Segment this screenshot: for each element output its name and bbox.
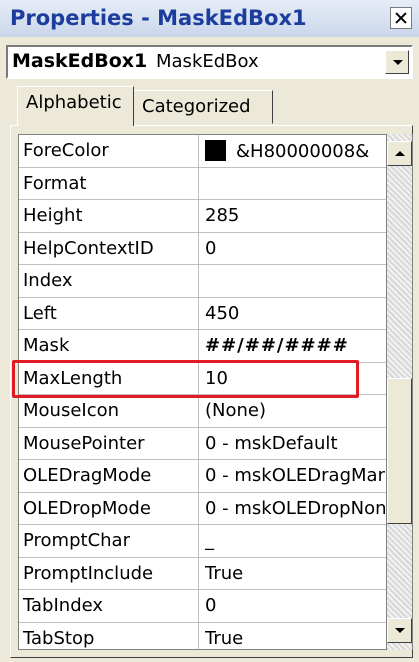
column-divider xyxy=(198,297,199,329)
column-divider xyxy=(198,330,199,362)
property-row-mousepointer[interactable]: MousePointer 0 - mskDefault xyxy=(19,427,386,460)
chevron-down-icon xyxy=(393,60,403,65)
column-divider xyxy=(198,492,199,524)
property-value[interactable]: 0 - mskOLEDropNone xyxy=(205,498,385,519)
chevron-up-icon xyxy=(395,151,405,156)
property-name: TabIndex xyxy=(23,595,104,616)
property-value[interactable]: 285 xyxy=(205,205,385,226)
column-divider xyxy=(198,232,199,264)
property-value[interactable]: ##/##/#### xyxy=(205,335,385,356)
column-divider xyxy=(198,427,199,459)
mask-row-highlight xyxy=(12,360,359,398)
property-name: OLEDropMode xyxy=(23,497,151,519)
property-value[interactable]: True xyxy=(205,628,385,649)
property-name: Mask xyxy=(23,335,70,356)
property-name: PromptChar xyxy=(23,530,130,551)
property-row-tabindex[interactable]: TabIndex 0 xyxy=(19,590,386,623)
scrollbar-thumb[interactable] xyxy=(387,378,412,524)
property-row-index[interactable]: Index xyxy=(19,265,386,298)
property-name: MouseIcon xyxy=(23,400,120,421)
tab-categorized-label: Categorized xyxy=(142,96,251,117)
property-name: Left xyxy=(23,302,57,324)
property-name: PromptInclude xyxy=(23,562,154,584)
property-value[interactable]: 0 xyxy=(205,238,385,259)
property-row-promptchar[interactable]: PromptChar _ xyxy=(19,525,386,558)
object-type: MaskEdBox xyxy=(156,51,259,72)
property-row-mask[interactable]: Mask ##/##/#### xyxy=(19,330,386,363)
property-value[interactable]: True xyxy=(205,563,385,584)
column-divider xyxy=(198,590,199,622)
column-divider xyxy=(198,200,199,232)
property-name: Format xyxy=(23,172,87,194)
column-divider xyxy=(198,557,199,589)
chevron-down-icon xyxy=(395,628,405,633)
tab-alphabetic[interactable]: Alphabetic xyxy=(17,86,134,126)
object-selector-dropdown-button[interactable] xyxy=(385,50,409,74)
window-title: Properties - MaskEdBox1 xyxy=(10,6,307,30)
property-value[interactable]: 0 - mskDefault xyxy=(205,433,385,454)
close-button[interactable] xyxy=(390,7,412,29)
tab-alphabetic-label: Alphabetic xyxy=(26,92,122,113)
property-row-height[interactable]: Height 285 xyxy=(19,200,386,233)
property-value[interactable]: 0 xyxy=(205,595,385,616)
column-divider xyxy=(198,135,199,167)
property-name: TabStop xyxy=(23,627,95,649)
color-swatch xyxy=(205,140,226,161)
property-row-helpcontextid[interactable]: HelpContextID 0 xyxy=(19,232,386,265)
property-row-oledragmode[interactable]: OLEDragMode 0 - mskOLEDragManual xyxy=(19,460,386,493)
column-divider xyxy=(198,265,199,297)
scroll-up-button[interactable] xyxy=(387,141,412,166)
object-name: MaskEdBox1 xyxy=(12,50,148,72)
column-divider xyxy=(198,622,199,649)
property-name: ForeColor xyxy=(23,140,109,161)
column-divider xyxy=(198,460,199,492)
property-row-mouseicon[interactable]: MouseIcon (None) xyxy=(19,395,386,428)
property-row-tabstop[interactable]: TabStop True xyxy=(19,622,386,649)
column-divider xyxy=(198,167,199,199)
property-value[interactable]: &H80000008& xyxy=(205,140,385,162)
property-row-oledropmode[interactable]: OLEDropMode 0 - mskOLEDropNone xyxy=(19,492,386,525)
title-bar[interactable]: Properties - MaskEdBox1 xyxy=(0,0,419,37)
property-row-format[interactable]: Format xyxy=(19,167,386,200)
property-row-left[interactable]: Left 450 xyxy=(19,297,386,330)
property-row-forecolor[interactable]: ForeColor &H80000008& xyxy=(19,135,386,168)
column-divider xyxy=(198,395,199,427)
property-value[interactable]: (None) xyxy=(205,400,385,421)
property-name: OLEDragMode xyxy=(23,465,152,486)
properties-window: Properties - MaskEdBox1 MaskEdBox1 MaskE… xyxy=(0,0,419,662)
vertical-scrollbar[interactable] xyxy=(387,134,413,650)
column-divider xyxy=(198,525,199,557)
property-value[interactable]: 450 xyxy=(205,303,385,324)
property-name: HelpContextID xyxy=(23,237,154,259)
property-row-promptinclude[interactable]: PromptInclude True xyxy=(19,557,386,590)
scroll-down-button[interactable] xyxy=(387,618,412,643)
property-name: Height xyxy=(23,205,83,226)
property-value[interactable]: 0 - mskOLEDragManual xyxy=(205,465,385,486)
property-value-text: &H80000008& xyxy=(236,141,370,162)
property-name: MousePointer xyxy=(23,432,145,454)
property-value[interactable]: _ xyxy=(205,530,385,551)
tab-categorized[interactable]: Categorized xyxy=(133,90,273,124)
property-name: Index xyxy=(23,270,73,291)
object-selector-dropdown[interactable]: MaskEdBox1 MaskEdBox xyxy=(6,45,413,79)
